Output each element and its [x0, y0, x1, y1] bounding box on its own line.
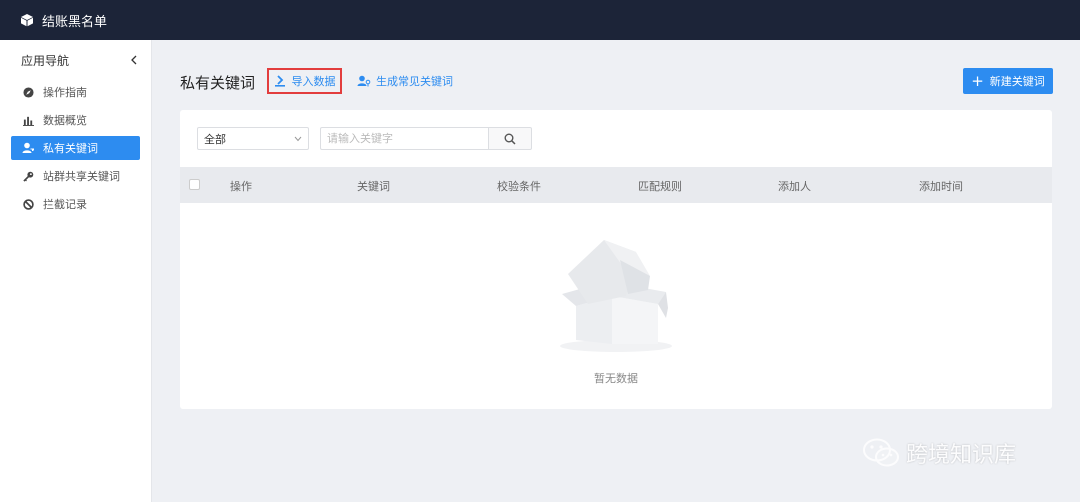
- top-bar: 结账黑名单: [0, 0, 1080, 40]
- page-title: 私有关键词: [180, 74, 256, 92]
- column-header-keyword: 关键词: [357, 180, 390, 193]
- new-keyword-button[interactable]: + 新建关键词: [963, 68, 1053, 94]
- import-data-button[interactable]: 导入数据: [267, 68, 342, 94]
- generate-keywords-link[interactable]: 生成常见关键词: [357, 73, 453, 89]
- watermark: 跨境知识库: [862, 437, 1016, 469]
- search-icon: [504, 133, 516, 145]
- column-header-condition: 校验条件: [497, 180, 541, 193]
- watermark-text: 跨境知识库: [906, 443, 1017, 468]
- user-key-icon: [22, 142, 34, 154]
- table-header: 操作 关键词 校验条件 匹配规则 添加人 添加时间: [180, 167, 1052, 203]
- filter-select-value: 全部: [204, 132, 226, 146]
- user-key-icon: [357, 75, 371, 87]
- sidebar-item-label: 数据概览: [43, 114, 87, 127]
- sidebar-item-label: 拦截记录: [43, 198, 87, 211]
- empty-state-text: 暂无数据: [594, 372, 638, 385]
- sidebar-item-guide[interactable]: 操作指南: [11, 80, 140, 104]
- sidebar-item-overview[interactable]: 数据概览: [11, 108, 140, 132]
- column-header-added-time: 添加时间: [919, 180, 963, 193]
- wechat-icon: [863, 438, 899, 467]
- bar-chart-icon: [22, 114, 34, 126]
- sidebar-item-label: 私有关键词: [43, 142, 98, 155]
- app-title: 结账黑名单: [42, 14, 108, 30]
- chevron-left-icon[interactable]: [127, 53, 141, 67]
- cube-logo-icon: [21, 14, 33, 27]
- block-icon: [22, 198, 34, 210]
- search-input[interactable]: [320, 127, 489, 150]
- column-header-actions: 操作: [230, 180, 252, 193]
- keyword-panel: 全部 操作 关键词 校验条件 匹配规则 添加人 添加时间 暂无数据: [180, 110, 1052, 409]
- search-button[interactable]: [488, 127, 532, 150]
- plus-icon: +: [971, 71, 984, 90]
- key-icon: [22, 170, 34, 182]
- sidebar-item-label: 操作指南: [43, 86, 87, 99]
- main-content: 私有关键词 导入数据 生成常见关键词 + 新建关键词 全部 操作 关键词 校验条…: [152, 40, 1080, 502]
- sidebar-item-block-records[interactable]: 拦截记录: [11, 192, 140, 216]
- sidebar-item-shared-keywords[interactable]: 站群共享关键词: [11, 164, 140, 188]
- sidebar-item-label: 站群共享关键词: [43, 170, 120, 183]
- import-data-label: 导入数据: [291, 75, 336, 88]
- column-header-added-by: 添加人: [778, 180, 811, 193]
- chevron-down-icon: [294, 136, 302, 141]
- download-icon: [274, 75, 286, 87]
- column-header-match-rule: 匹配规则: [638, 180, 682, 193]
- empty-box-illustration: [560, 240, 672, 352]
- compass-icon: [22, 86, 34, 98]
- filter-select[interactable]: 全部: [197, 127, 309, 150]
- sidebar-header: 应用导航: [0, 40, 151, 80]
- select-all-checkbox[interactable]: [189, 179, 200, 190]
- sidebar-header-label: 应用导航: [21, 53, 70, 68]
- sidebar-item-private-keywords[interactable]: 私有关键词: [11, 136, 140, 160]
- new-keyword-label: 新建关键词: [989, 75, 1045, 88]
- sidebar: 应用导航 操作指南 数据概览 私有关键词 站群共享关键词 拦截记录: [0, 40, 152, 502]
- generate-keywords-label: 生成常见关键词: [376, 75, 453, 88]
